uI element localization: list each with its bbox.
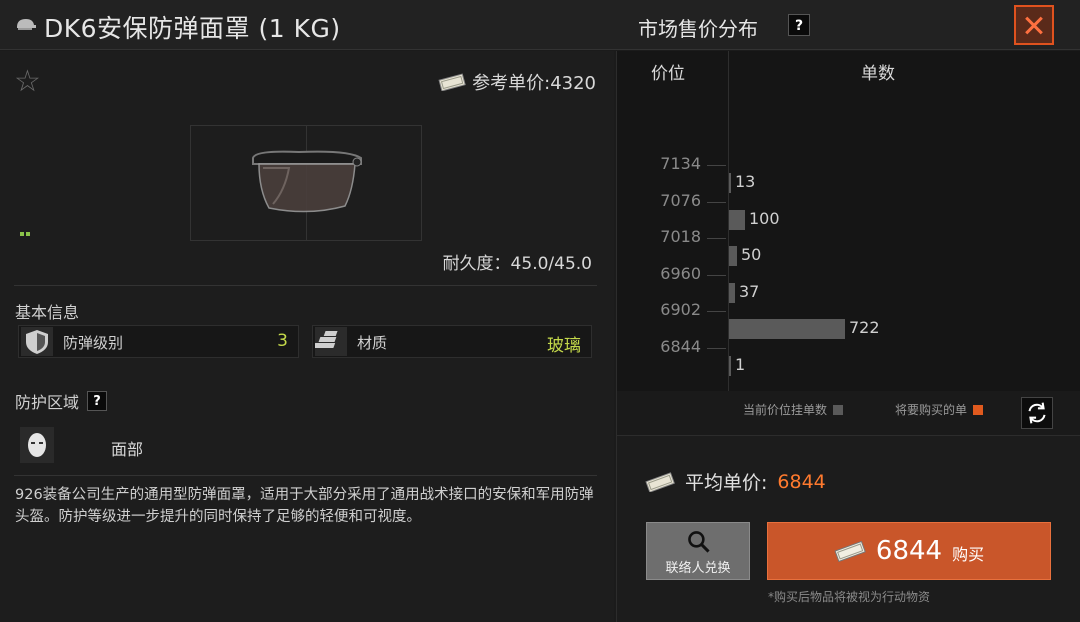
helmet-icon: [17, 19, 36, 30]
price-tick: [707, 274, 726, 276]
qty-bar: [729, 209, 745, 230]
protection-area-header: 防护区域 ?: [15, 389, 108, 413]
average-price-value: 6844: [777, 470, 826, 493]
price-column-header: 价位: [651, 64, 685, 84]
average-price: 平均单价: 6844: [645, 468, 826, 495]
qty-value-label: 1: [735, 354, 746, 374]
face-shield-image: [252, 150, 362, 213]
money-icon: [438, 73, 466, 91]
basic-info-label: 基本信息: [15, 303, 80, 322]
stat-armor-class: 防弹级别 3: [18, 325, 299, 358]
qty-value-label: 37: [739, 281, 760, 301]
legend-current: 当前价位挂单数: [743, 401, 844, 418]
legend-to-buy-swatch: [973, 404, 984, 415]
item-title: DK6安保防弹面罩 (1 KG): [44, 14, 341, 43]
stat-material: 材质 玻璃: [312, 325, 592, 358]
price-tick-label: 6960: [660, 263, 701, 283]
price-tick: [707, 311, 726, 312]
purchase-section: 平均单价: 6844 联络人兑换 6844 购买 *购买后物品将被视为行动物资: [617, 435, 1080, 622]
market-title: 市场售价分布: [638, 17, 758, 41]
price-tick: [707, 165, 726, 166]
face-icon: [20, 427, 54, 463]
qty-column-header: 单数: [861, 64, 895, 84]
qty-bar: [729, 319, 845, 340]
legend-to-buy: 将要购买的单: [895, 401, 984, 418]
price-tick-label: 7076: [660, 190, 701, 210]
price-distribution-chart: 价位 单数 7134 13 7076 100 7018 50 6960 37 6902 722 68…: [617, 51, 1080, 391]
refresh-icon: [1028, 402, 1046, 424]
divider: [14, 285, 597, 286]
protection-area-label: 防护区域: [15, 393, 80, 412]
shield-icon: [21, 327, 53, 356]
qty-value-label: 13: [735, 172, 756, 192]
stat-name: 材质: [357, 334, 388, 352]
contact-exchange-label: 联络人兑换: [665, 561, 731, 576]
title-bar: DK6安保防弹面罩 (1 KG) 市场售价分布 ?: [0, 0, 1080, 50]
protection-zone-label: 面部: [111, 440, 144, 459]
average-price-label: 平均单价:: [685, 472, 768, 494]
qty-value-label: 50: [741, 245, 762, 265]
item-image: [190, 125, 422, 241]
money-icon: [834, 540, 866, 562]
buy-label: 购买: [952, 545, 985, 564]
material-icon: [313, 327, 347, 356]
money-icon: [645, 471, 675, 492]
close-button[interactable]: [1014, 5, 1054, 45]
stat-name: 防弹级别: [63, 334, 124, 352]
price-tick-label: 6902: [660, 300, 701, 319]
purchase-note: *购买后物品将被视为行动物资: [767, 590, 930, 604]
stat-value: 3: [277, 331, 288, 351]
price-tick-label: 7134: [660, 154, 701, 173]
price-tick: [707, 238, 726, 239]
legend-to-buy-label: 将要购买的单: [895, 403, 968, 417]
price-tick-label: 6844: [660, 336, 701, 356]
divider: [14, 475, 597, 476]
durability-text: 耐久度：45.0/45.0: [442, 254, 592, 274]
qty-value-label: 722: [849, 318, 880, 338]
buy-price: 6844: [875, 536, 943, 566]
reference-price: 参考单价:4320: [438, 69, 596, 95]
item-rarity-indicator: [20, 221, 32, 236]
legend-current-swatch: [833, 404, 844, 415]
buy-button[interactable]: 6844 购买: [767, 522, 1051, 580]
qty-bar: [729, 282, 735, 303]
market-panel: 价位 单数 7134 13 7076 100 7018 50 6960 37 6902 722 68…: [616, 51, 1080, 622]
favorite-star-icon[interactable]: ☆: [14, 67, 41, 97]
qty-bar: [729, 246, 737, 267]
market-help-button[interactable]: ?: [788, 14, 810, 36]
protection-help-button[interactable]: ?: [87, 391, 108, 411]
price-tick: [707, 201, 726, 203]
price-tick-label: 7018: [660, 227, 701, 246]
refresh-button[interactable]: [1021, 397, 1053, 429]
qty-bar: [729, 173, 731, 194]
qty-value-label: 100: [749, 208, 780, 228]
item-detail-panel: ☆ 参考单价:4320 耐久度：45.0/45.0 基本信息 防弹级别 3 材质…: [0, 51, 614, 622]
reference-price-label: 参考单价:4320: [472, 73, 596, 94]
qty-bar: [729, 355, 731, 376]
search-icon: [688, 531, 710, 553]
item-description: 926装备公司生产的通用型防弹面罩，适用于大部分采用了通用战术接口的安保和军用防…: [15, 487, 594, 525]
stat-value: 玻璃: [547, 336, 581, 356]
price-tick: [707, 347, 726, 349]
legend-current-label: 当前价位挂单数: [743, 403, 828, 417]
contact-exchange-button[interactable]: 联络人兑换: [646, 522, 750, 580]
